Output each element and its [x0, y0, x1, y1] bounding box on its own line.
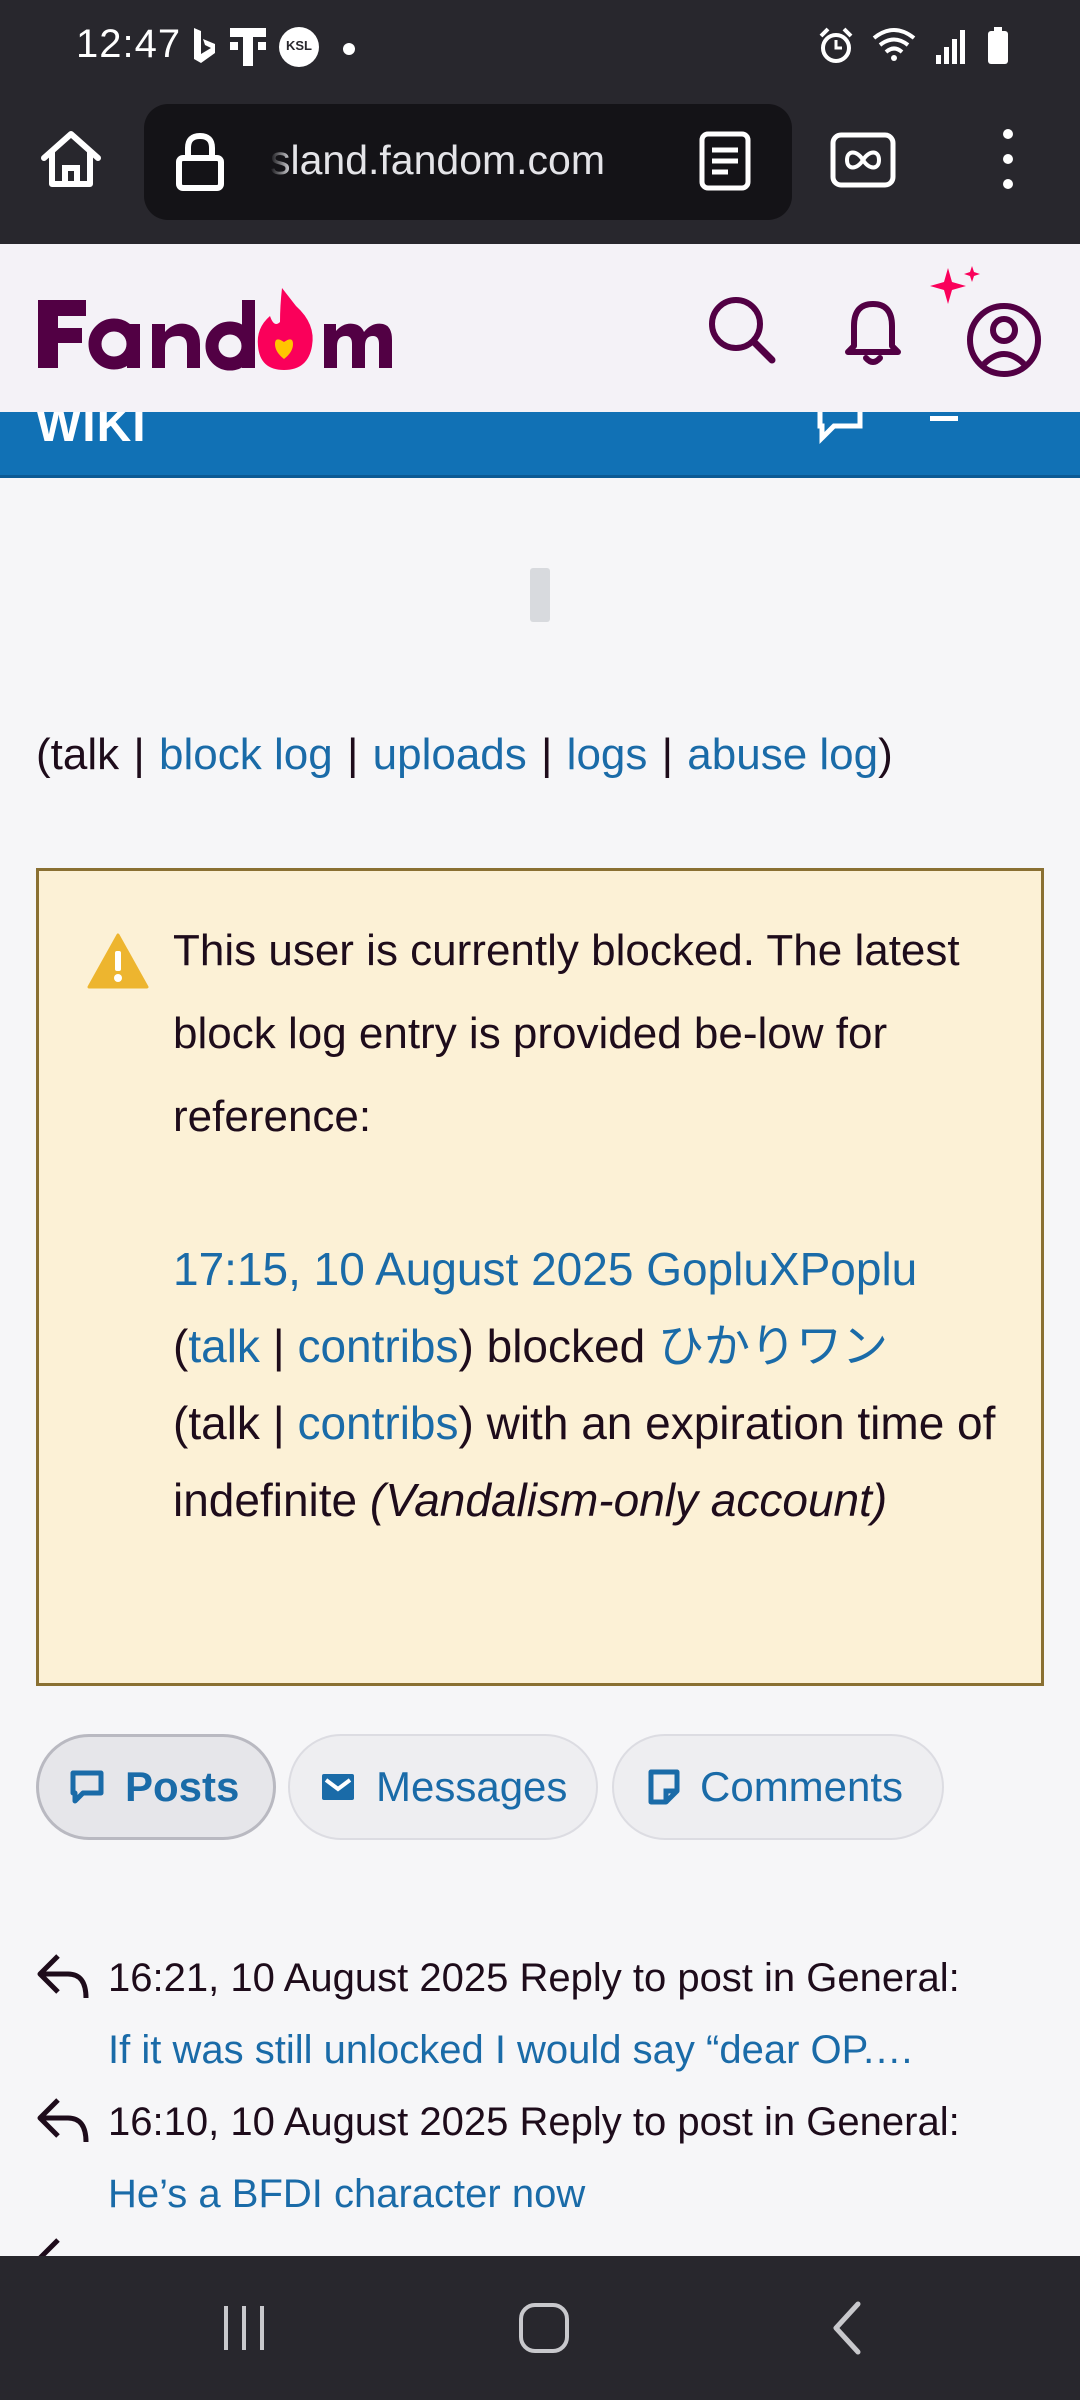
- block-log-link[interactable]: block log: [159, 730, 333, 779]
- bing-icon: [194, 28, 215, 63]
- tab-posts[interactable]: Posts: [36, 1734, 276, 1840]
- wiki-band-label[interactable]: WIKI: [36, 412, 147, 453]
- overflow-menu-icon[interactable]: [988, 124, 1028, 194]
- user-account-icon[interactable]: [930, 266, 1050, 386]
- blocker-contribs-link[interactable]: contribs: [297, 1320, 458, 1372]
- abuse-log-link[interactable]: abuse log: [687, 730, 878, 779]
- user-tool-links: (talk | block log | uploads | logs | abu…: [36, 730, 893, 780]
- t-mobile-icon: [230, 28, 266, 66]
- notifications-bell-icon[interactable]: [840, 292, 906, 368]
- signal-icon: [936, 30, 965, 64]
- address-bar[interactable]: sland.fandom.com: [144, 104, 792, 220]
- separator: |: [661, 730, 674, 779]
- fandom-logo[interactable]: [34, 282, 394, 378]
- activity-list: 16:21, 10 August 2025 Reply to post in G…: [0, 1930, 1080, 2256]
- block-notice-message: This user is currently blocked. The late…: [173, 926, 960, 1141]
- battery-icon: [988, 27, 1008, 64]
- blocked-talk-label: talk: [188, 1397, 260, 1449]
- paren: ): [878, 730, 893, 779]
- loading-placeholder: [530, 568, 550, 622]
- blocked-text: ) blocked: [458, 1320, 646, 1372]
- tab-label: Posts: [125, 1763, 240, 1810]
- activity-meta: 16:21, 10 August 2025 Reply to post in G…: [108, 1956, 960, 2000]
- paren: (: [36, 730, 51, 779]
- warning-icon: [87, 933, 149, 989]
- separator: |: [541, 730, 553, 779]
- uploads-link[interactable]: uploads: [373, 730, 527, 779]
- paren: (: [173, 1397, 189, 1449]
- block-reason: (Vandalism-only account): [369, 1474, 888, 1526]
- posts-icon: [70, 1770, 104, 1804]
- reply-icon: [37, 2098, 89, 2143]
- reply-icon: [37, 1954, 89, 1999]
- reply-icon: [38, 2238, 60, 2256]
- tabs-icon[interactable]: [830, 132, 896, 188]
- blocker-talk-link[interactable]: talk: [188, 1320, 260, 1372]
- fandom-header: [0, 244, 1080, 412]
- activity-link[interactable]: He’s a BFDI character now: [108, 2172, 978, 2217]
- status-right-group: [818, 26, 1010, 66]
- wiki-nav-band: WIKI: [0, 412, 1080, 478]
- lock-icon[interactable]: [174, 132, 226, 192]
- tab-messages[interactable]: Messages: [288, 1734, 598, 1840]
- activity-link[interactable]: If it was still unlocked I would say “de…: [108, 2028, 978, 2073]
- separator: |: [272, 1397, 285, 1449]
- dot-icon: [343, 43, 355, 55]
- separator: |: [272, 1320, 285, 1372]
- separator: |: [133, 730, 145, 779]
- discussions-icon[interactable]: [816, 412, 876, 446]
- browser-toolbar: sland.fandom.com: [0, 96, 1080, 244]
- tab-label: Messages: [376, 1763, 568, 1810]
- blocked-user-link[interactable]: ひかりワン: [658, 1320, 888, 1372]
- paren: (: [173, 1320, 189, 1372]
- wifi-icon: [872, 28, 916, 61]
- blocked-contribs-link[interactable]: contribs: [297, 1397, 458, 1449]
- ksl-label: KSL: [286, 38, 312, 53]
- menu-icon[interactable]: [928, 412, 964, 432]
- tab-label: Comments: [700, 1763, 904, 1810]
- back-icon[interactable]: [828, 2300, 868, 2356]
- alarm-icon: [819, 27, 853, 63]
- home-button-icon[interactable]: [516, 2300, 572, 2356]
- blocker-user-link[interactable]: GopluXPoplu: [646, 1243, 917, 1295]
- home-icon[interactable]: [36, 124, 106, 194]
- url-text[interactable]: sland.fandom.com: [270, 137, 650, 184]
- block-notice-box: This user is currently blocked. The late…: [36, 868, 1044, 1686]
- comments-icon: [648, 1769, 680, 1805]
- logs-link[interactable]: logs: [567, 730, 648, 779]
- messages-icon: [322, 1774, 354, 1800]
- recent-apps-icon[interactable]: [216, 2302, 272, 2354]
- activity-meta: 16:10, 10 August 2025 Reply to post in G…: [108, 2100, 960, 2144]
- status-time: 12:47: [76, 22, 182, 66]
- search-icon[interactable]: [706, 294, 778, 366]
- status-bar: 12:47 KSL: [0, 0, 1080, 96]
- system-nav-bar: [0, 2256, 1080, 2400]
- separator: |: [346, 730, 359, 779]
- reader-mode-icon[interactable]: [692, 128, 758, 194]
- block-timestamp-link[interactable]: 17:15, 10 August 2025: [173, 1243, 633, 1295]
- tab-comments[interactable]: Comments: [612, 1734, 944, 1840]
- block-log-entry: 17:15, 10 August 2025 GopluXPoplu (talk …: [173, 1231, 1013, 1539]
- talk-label: talk: [50, 730, 120, 779]
